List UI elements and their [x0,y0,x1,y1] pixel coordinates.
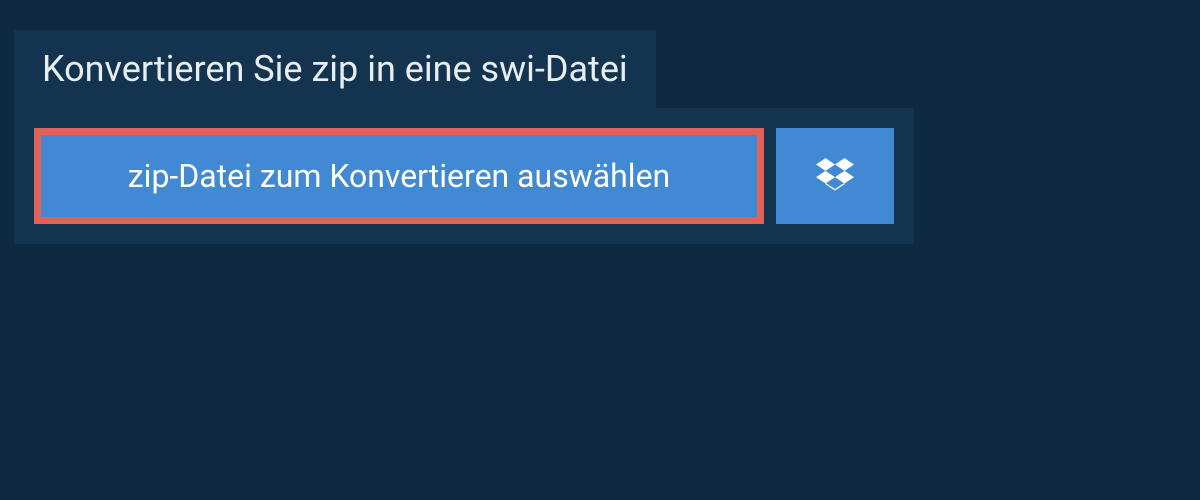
select-file-label: zip-Datei zum Konvertieren auswählen [128,157,670,195]
select-file-button[interactable]: zip-Datei zum Konvertieren auswählen [34,128,764,224]
dropbox-button[interactable] [776,128,894,224]
header-strip: Konvertieren Sie zip in eine swi-Datei [14,30,656,108]
dropbox-icon [816,155,854,197]
page-title: Konvertieren Sie zip in eine swi-Datei [42,48,628,90]
upload-panel: zip-Datei zum Konvertieren auswählen [14,108,914,244]
